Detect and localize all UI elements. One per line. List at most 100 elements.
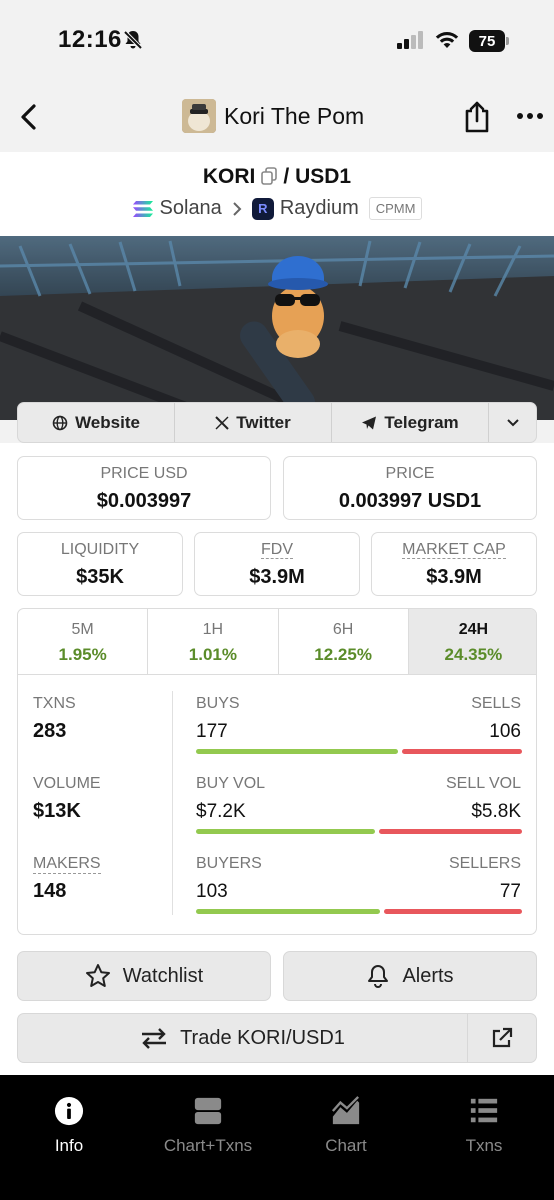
- sellers-label: SELLERS: [448, 855, 521, 872]
- quote-symbol: USD1: [295, 165, 352, 188]
- tab-txns[interactable]: Txns: [424, 1095, 544, 1156]
- timeframe-tabs: 5M 1.95% 1H 1.01% 6H 12.25% 24H 24.35%: [18, 609, 536, 675]
- buys-value: 177: [196, 721, 228, 742]
- telegram-button[interactable]: Telegram: [332, 403, 489, 442]
- volume-label: VOLUME: [33, 775, 101, 792]
- fdv-label: FDV: [261, 541, 293, 559]
- solana-icon: [132, 200, 153, 217]
- column-divider: [172, 691, 173, 915]
- nav-header: Kori The Pom: [0, 84, 554, 152]
- page-title: Kori The Pom: [224, 103, 365, 129]
- fdv-card[interactable]: FDV $3.9M: [194, 532, 360, 596]
- telegram-icon: [362, 416, 377, 429]
- bell-off-icon: [123, 30, 143, 50]
- pair-title: KORI / USD1: [0, 165, 554, 189]
- makers-value: 148: [33, 880, 67, 902]
- token-stats-panel: PRICE USD $0.003997 PRICE 0.003997 USD1 …: [0, 443, 554, 1075]
- social-links-bar: Website Twitter Telegram: [17, 402, 537, 443]
- tab-6h[interactable]: 6H 12.25%: [279, 609, 409, 674]
- liquidity-value: $35K: [76, 566, 124, 588]
- chart-txns-icon: [194, 1097, 222, 1125]
- tab-5m[interactable]: 5M 1.95%: [18, 609, 149, 674]
- tab-24h[interactable]: 24H 24.35%: [408, 609, 536, 674]
- token-avatar: [182, 99, 216, 133]
- tab-chart[interactable]: Chart: [286, 1095, 406, 1156]
- sells-label: SELLS: [471, 695, 521, 712]
- buys-bar: [196, 749, 398, 754]
- raydium-icon: R: [251, 197, 274, 220]
- back-chevron-icon[interactable]: [16, 102, 42, 132]
- bottom-tab-bar: Info Chart+Txns Chart Txns: [0, 1075, 554, 1200]
- alerts-label: Alerts: [402, 964, 454, 987]
- trade-button[interactable]: Trade KORI/USD1: [17, 1013, 468, 1063]
- wifi-icon: [435, 32, 459, 48]
- fdv-value: $3.9M: [249, 566, 305, 588]
- website-label: Website: [75, 412, 140, 432]
- external-link-icon: [492, 1027, 513, 1048]
- sell-vol-label: SELL VOL: [445, 775, 521, 792]
- txns-value: 283: [33, 720, 67, 742]
- sell-vol-bar: [379, 829, 522, 834]
- tab-1h[interactable]: 1H 1.01%: [148, 609, 279, 674]
- more-options-icon[interactable]: [516, 106, 544, 126]
- website-button[interactable]: Website: [18, 403, 175, 442]
- market-cap-label: MARKET CAP: [402, 541, 506, 559]
- market-cap-value: $3.9M: [426, 566, 482, 588]
- open-external-button[interactable]: [467, 1013, 537, 1063]
- twitter-label: Twitter: [236, 412, 291, 432]
- twitter-button[interactable]: Twitter: [175, 403, 332, 442]
- sells-bar: [402, 749, 522, 754]
- x-icon: [215, 415, 229, 430]
- price-value: 0.003997 USD1: [338, 490, 482, 512]
- star-icon: [85, 964, 110, 987]
- volume-value: $13K: [33, 800, 81, 822]
- alerts-button[interactable]: Alerts: [283, 951, 537, 1001]
- more-links-button[interactable]: [489, 403, 536, 442]
- buy-vol-bar: [196, 829, 375, 834]
- trade-label: Trade KORI/USD1: [180, 1026, 345, 1049]
- tab-chart-txns[interactable]: Chart+Txns: [148, 1095, 268, 1156]
- dex-name[interactable]: Raydium: [280, 197, 359, 220]
- sellers-value: 77: [499, 881, 521, 902]
- telegram-label: Telegram: [384, 412, 459, 432]
- chevron-down-icon: [506, 418, 519, 426]
- price-label: PRICE: [385, 465, 435, 482]
- bell-icon: [368, 965, 389, 988]
- chart-icon: [331, 1096, 360, 1125]
- battery-level: 75: [469, 30, 505, 52]
- watchlist-label: Watchlist: [122, 964, 204, 987]
- tab-info[interactable]: Info: [9, 1095, 129, 1156]
- globe-icon: [52, 415, 68, 430]
- timeframe-stats: 5M 1.95% 1H 1.01% 6H 12.25% 24H 24.35% T…: [17, 608, 537, 935]
- info-icon: [54, 1096, 84, 1126]
- pair-separator: /: [283, 165, 290, 188]
- buyers-value: 103: [196, 881, 228, 902]
- base-symbol: KORI: [202, 165, 256, 188]
- sell-vol-value: $5.8K: [471, 801, 521, 822]
- status-time: 12:16: [58, 26, 122, 53]
- swap-icon: [142, 1028, 167, 1049]
- share-icon[interactable]: [462, 100, 492, 134]
- chain-dex-line: Solana R Raydium CPMM: [0, 197, 554, 220]
- buy-vol-value: $7.2K: [196, 801, 246, 822]
- pool-type-badge: CPMM: [368, 197, 423, 220]
- price-usd-label: PRICE USD: [100, 465, 188, 482]
- market-cap-card[interactable]: MARKET CAP $3.9M: [371, 532, 537, 596]
- watchlist-button[interactable]: Watchlist: [17, 951, 271, 1001]
- copy-icon[interactable]: [261, 167, 278, 185]
- price-usd-card: PRICE USD $0.003997: [17, 456, 271, 520]
- buys-label: BUYS: [196, 695, 240, 712]
- buyers-bar: [196, 909, 380, 914]
- buy-vol-label: BUY VOL: [196, 775, 266, 792]
- token-banner-image: [0, 236, 554, 420]
- chevron-right-icon: [233, 201, 242, 216]
- liquidity-label: LIQUIDITY: [60, 541, 140, 558]
- price-card: PRICE 0.003997 USD1: [283, 456, 537, 520]
- txns-label: TXNS: [33, 695, 76, 712]
- sellers-bar: [384, 909, 522, 914]
- makers-label[interactable]: MAKERS: [33, 855, 101, 874]
- status-bar: 12:16 75: [0, 0, 554, 84]
- signal-icon: [397, 31, 423, 49]
- chain-name[interactable]: Solana: [160, 197, 222, 220]
- txns-list-icon: [470, 1098, 498, 1123]
